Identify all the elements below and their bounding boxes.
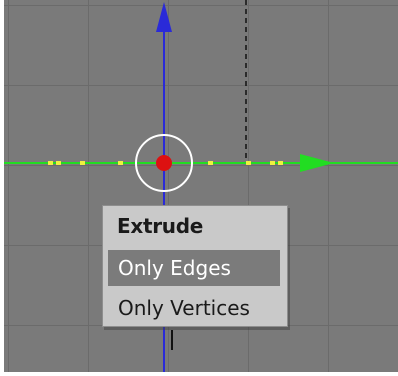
extrude-popup-menu: Extrude Only Edges Only Vertices: [102, 205, 288, 327]
menu-item-only-edges[interactable]: Only Edges: [108, 250, 280, 286]
x-axis-arrow-icon[interactable]: [300, 154, 334, 172]
3d-viewport[interactable]: Extrude Only Edges Only Vertices: [4, 0, 398, 372]
y-axis-arrow-icon[interactable]: [156, 2, 172, 32]
popup-title: Extrude: [117, 214, 204, 238]
center-point-icon[interactable]: [156, 155, 172, 171]
menu-item-only-vertices[interactable]: Only Vertices: [108, 290, 284, 326]
